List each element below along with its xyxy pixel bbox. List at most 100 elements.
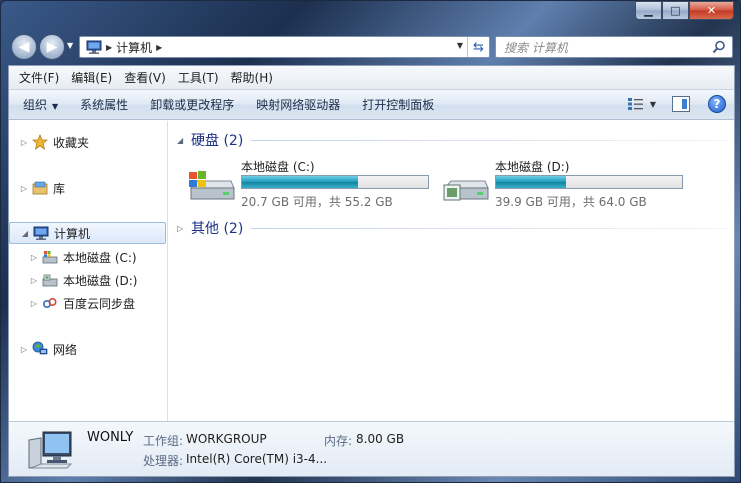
collapse-icon[interactable]: ◢: [20, 229, 30, 238]
group-divider: [251, 227, 727, 229]
tree-item-network[interactable]: ▷ 网络: [9, 338, 166, 360]
expand-icon[interactable]: ▷: [19, 184, 29, 193]
menu-view[interactable]: 查看(V): [118, 69, 172, 86]
memory-label: 内存:: [324, 434, 353, 448]
tree-item-drive-c[interactable]: ▷ 本地磁盘 (C:): [9, 246, 166, 268]
breadcrumb-separator[interactable]: ▶: [156, 43, 162, 52]
group-title: 硬盘 (2): [191, 133, 244, 149]
system-drive-icon: [189, 171, 235, 200]
list-view-icon: [627, 98, 643, 110]
tree-item-libraries[interactable]: ▷ 库: [9, 177, 166, 199]
workgroup-value: WORKGROUP: [186, 432, 267, 446]
navigation-pane: ▷ 收藏夹 ▷ 库 ◢ 计算机 ▷ 本地磁盘 (C:) ▷ 本地磁盘 (D:) …: [9, 121, 168, 421]
address-dropdown-icon[interactable]: ▼: [457, 41, 463, 50]
group-header-hard-disks[interactable]: ◢ 硬盘 (2): [177, 130, 727, 150]
breadcrumb-separator[interactable]: ▶: [106, 43, 112, 52]
memory-value: 8.00 GB: [356, 432, 405, 446]
computer-icon: [86, 40, 102, 54]
computer-icon: [32, 225, 50, 241]
expand-icon[interactable]: ▷: [29, 299, 39, 308]
menu-help[interactable]: 帮助(H): [225, 69, 279, 86]
tree-label: 本地磁盘 (D:): [63, 273, 138, 288]
explorer-body: ▷ 收藏夹 ▷ 库 ◢ 计算机 ▷ 本地磁盘 (C:) ▷ 本地磁盘 (D:) …: [9, 121, 734, 421]
details-pane: WONLY 工作组: WORKGROUP 内存: 8.00 GB 处理器: In…: [9, 421, 734, 476]
menu-bar: 文件(F) 编辑(E) 查看(V) 工具(T) 帮助(H): [9, 66, 734, 90]
tree-label: 库: [53, 181, 66, 196]
library-icon: [31, 180, 49, 196]
drive-item-d[interactable]: 本地磁盘 (D:) 39.9 GB 可用，共 64.0 GB: [441, 158, 691, 210]
tree-label: 网络: [53, 342, 78, 357]
client-area: 文件(F) 编辑(E) 查看(V) 工具(T) 帮助(H) 组织 ▼ 系统属性 卸…: [8, 65, 735, 477]
drive-item-c[interactable]: 本地磁盘 (C:) 20.7 GB 可用，共 55.2 GB: [187, 158, 437, 210]
system-drive-icon: [41, 249, 59, 265]
expand-icon[interactable]: ▷: [29, 253, 39, 262]
expand-icon[interactable]: ▷: [19, 138, 29, 147]
drive-free-space: 39.9 GB 可用，共 64.0 GB: [495, 195, 647, 209]
tree-label: 百度云同步盘: [63, 296, 136, 311]
processor-value: Intel(R) Core(TM) i3-4...: [186, 452, 328, 466]
group-divider: [251, 139, 727, 141]
help-icon[interactable]: ?: [708, 95, 726, 113]
explorer-window: ▁ □ ✕ ◀ ▶ ▼ ▶ 计算机 ▶ ▼ ⇆ 搜索 计算机 文件(F) 编辑(…: [0, 0, 741, 483]
refresh-button[interactable]: ⇆: [467, 37, 489, 57]
map-network-drive-button[interactable]: 映射网络驱动器: [245, 96, 351, 113]
refresh-icon: ⇆: [473, 39, 484, 55]
tree-item-computer[interactable]: ◢ 计算机: [9, 222, 166, 244]
workgroup-label: 工作组:: [143, 434, 184, 448]
caption-buttons: ▁ □ ✕: [635, 1, 734, 20]
maximize-button[interactable]: □: [662, 1, 689, 20]
cloud-sync-icon: [41, 295, 59, 311]
view-options-icon[interactable]: [626, 95, 646, 113]
breadcrumb-computer[interactable]: 计算机: [116, 39, 152, 56]
network-icon: [31, 341, 49, 357]
command-bar: 组织 ▼ 系统属性 卸载或更改程序 映射网络驱动器 打开控制面板 ▼ ?: [9, 90, 734, 120]
content-pane: ◢ 硬盘 (2) 本地磁盘 (C:) 20.7 GB 可用，共 55.2 GB …: [169, 121, 734, 421]
menu-edit[interactable]: 编辑(E): [65, 69, 118, 86]
forward-button[interactable]: ▶: [39, 34, 65, 60]
expand-icon[interactable]: ▷: [177, 224, 191, 233]
tree-item-baidu-sync[interactable]: ▷ 百度云同步盘: [9, 292, 166, 314]
menu-file[interactable]: 文件(F): [13, 69, 65, 86]
back-button[interactable]: ◀: [11, 34, 37, 60]
drive-usage-fill: [242, 176, 359, 188]
preview-pane-icon[interactable]: [672, 96, 690, 112]
drive-name: 本地磁盘 (D:): [495, 160, 570, 174]
navigation-bar: ◀ ▶ ▼ ▶ 计算机 ▶ ▼ ⇆ 搜索 计算机: [1, 31, 740, 63]
organize-label: 组织: [23, 98, 48, 112]
tree-item-favorites[interactable]: ▷ 收藏夹: [9, 131, 166, 153]
uninstall-program-button[interactable]: 卸载或更改程序: [139, 96, 245, 113]
tree-label: 收藏夹: [53, 135, 90, 150]
search-input[interactable]: 搜索 计算机: [495, 36, 733, 58]
search-placeholder: 搜索 计算机: [504, 40, 568, 55]
drive-name: 本地磁盘 (C:): [241, 160, 315, 174]
system-properties-button[interactable]: 系统属性: [69, 96, 139, 113]
tree-label: 计算机: [54, 226, 91, 241]
chevron-down-icon: ▼: [52, 102, 59, 111]
group-header-other[interactable]: ▷ 其他 (2): [177, 218, 727, 238]
star-icon: [31, 134, 49, 150]
search-icon[interactable]: [712, 40, 726, 54]
computer-name: WONLY: [87, 430, 134, 445]
organize-button[interactable]: 组织 ▼: [9, 96, 69, 113]
menu-tools[interactable]: 工具(T): [172, 69, 225, 86]
drive-usage-bar: [495, 175, 683, 189]
minimize-button[interactable]: ▁: [635, 1, 662, 20]
collapse-icon[interactable]: ◢: [177, 136, 191, 145]
drive-usage-fill: [496, 176, 567, 188]
expand-icon[interactable]: ▷: [29, 276, 39, 285]
arrow-left-icon: ◀: [18, 39, 30, 55]
arrow-right-icon: ▶: [46, 39, 58, 55]
close-button[interactable]: ✕: [689, 1, 734, 20]
recent-pages-dropdown[interactable]: ▼: [67, 41, 73, 50]
computer-icon: [28, 431, 73, 469]
view-dropdown-icon[interactable]: ▼: [650, 100, 656, 109]
tree-item-drive-d[interactable]: ▷ 本地磁盘 (D:): [9, 269, 166, 291]
group-title: 其他 (2): [191, 221, 244, 237]
address-bar[interactable]: ▶ 计算机 ▶ ▼ ⇆: [79, 36, 490, 58]
drive-usage-bar: [241, 175, 429, 189]
drive-icon: [443, 180, 489, 201]
open-control-panel-button[interactable]: 打开控制面板: [351, 96, 445, 113]
expand-icon[interactable]: ▷: [19, 345, 29, 354]
drive-free-space: 20.7 GB 可用，共 55.2 GB: [241, 195, 393, 209]
tree-label: 本地磁盘 (C:): [63, 250, 137, 265]
